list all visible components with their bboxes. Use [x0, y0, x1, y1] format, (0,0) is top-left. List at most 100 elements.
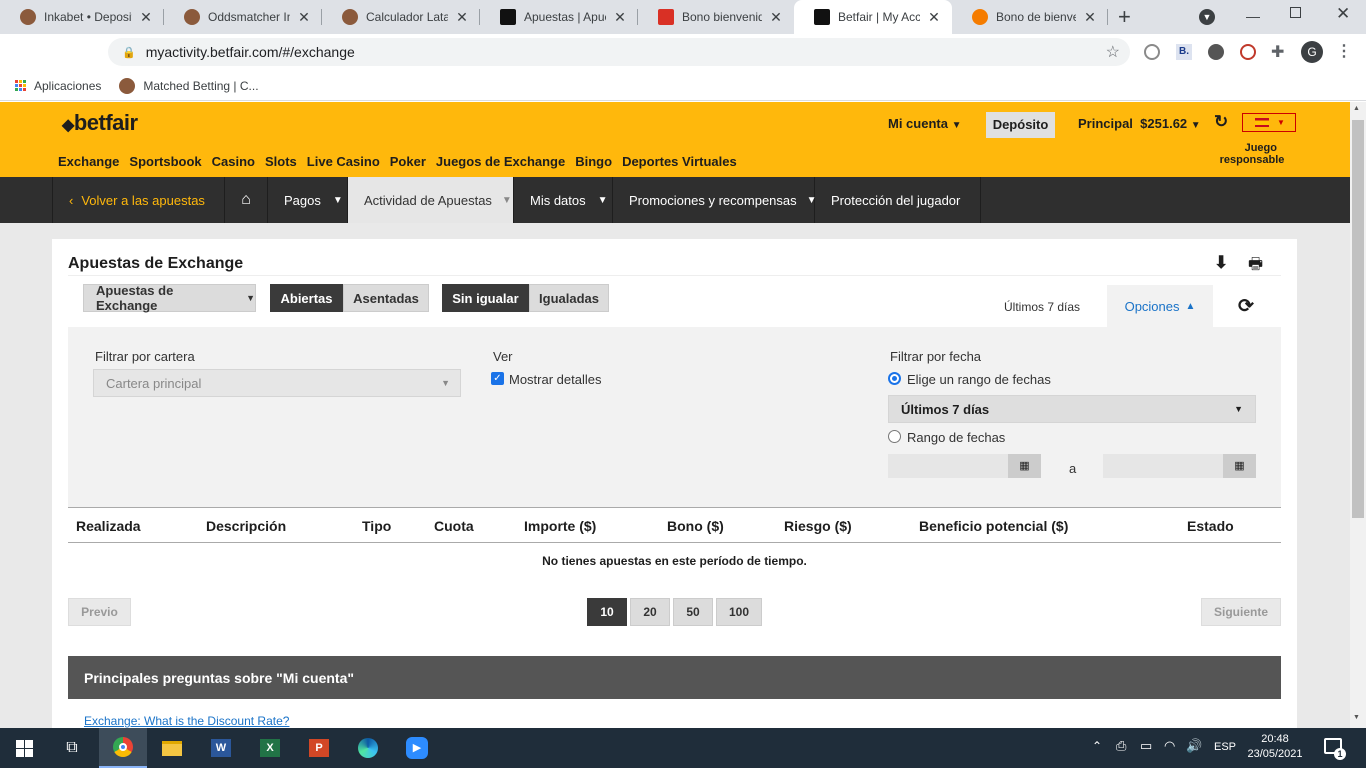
new-tab-icon[interactable]: + — [1118, 4, 1131, 30]
calendar-icon[interactable]: ▦ — [1008, 454, 1041, 478]
col-tipo[interactable]: Tipo — [362, 518, 391, 534]
language-selector[interactable]: ▼ — [1242, 113, 1296, 132]
close-tab-icon[interactable]: ✕ — [612, 9, 628, 26]
show-hidden-icons[interactable]: ⌃ — [1092, 739, 1102, 753]
task-view-icon[interactable]: ⧉ — [48, 728, 96, 768]
word-icon[interactable]: W — [197, 728, 245, 768]
close-tab-icon[interactable]: ✕ — [138, 9, 154, 26]
col-beneficio[interactable]: Beneficio potencial ($) — [919, 518, 1068, 534]
scrollbar-thumb[interactable] — [1352, 120, 1364, 518]
windows-start-icon[interactable] — [0, 728, 48, 768]
close-tab-icon[interactable]: ✕ — [768, 9, 784, 26]
close-tab-icon[interactable]: ✕ — [296, 9, 312, 26]
cartera-select[interactable]: Cartera principal ▼ — [93, 369, 461, 397]
balance-dropdown[interactable]: Principal $251.62 ▼ — [1078, 116, 1201, 131]
col-cuota[interactable]: Cuota — [434, 518, 474, 534]
abiertas-toggle[interactable]: Abiertas — [270, 284, 343, 312]
col-importe[interactable]: Importe ($) — [524, 518, 596, 534]
promociones-menu[interactable]: Promociones y recompensas ▼ — [613, 177, 817, 223]
browser-tab[interactable]: Bono bienvenida ✕ — [638, 0, 794, 34]
close-tab-icon[interactable]: ✕ — [1082, 9, 1098, 26]
restore-icon[interactable] — [1290, 7, 1301, 18]
proteccion-jugador-link[interactable]: Protección del jugador — [815, 177, 981, 223]
product-link-live-casino[interactable]: Live Casino — [307, 154, 380, 169]
scroll-up-icon[interactable]: ▲ — [1353, 105, 1360, 112]
siguiente-button[interactable]: Siguiente — [1201, 598, 1281, 626]
date-from-input[interactable] — [888, 454, 1008, 478]
bookmark-matched-betting[interactable]: Matched Betting | C... — [143, 79, 258, 93]
browser-tab[interactable]: Inkabet • Deposit ✕ — [0, 0, 164, 34]
browser-tab[interactable]: Apuestas | Apues ✕ — [480, 0, 638, 34]
product-link-poker[interactable]: Poker — [390, 154, 426, 169]
col-realizada[interactable]: Realizada — [76, 518, 141, 534]
sin-igualar-toggle[interactable]: Sin igualar — [442, 284, 529, 312]
browser-tab[interactable]: Calculador Latam ✕ — [322, 0, 480, 34]
page-size-20[interactable]: 20 — [630, 598, 670, 626]
igualadas-toggle[interactable]: Igualadas — [529, 284, 609, 312]
battery-icon[interactable]: ▭ — [1140, 738, 1152, 754]
language-indicator[interactable]: ESP — [1214, 741, 1236, 753]
page-size-50[interactable]: 50 — [673, 598, 713, 626]
previo-button[interactable]: Previo — [68, 598, 131, 626]
product-link-deportes-virtuales[interactable]: Deportes Virtuales — [622, 154, 737, 169]
close-tab-icon[interactable]: ✕ — [926, 9, 942, 26]
betfair-logo[interactable]: ◆betfair — [62, 110, 138, 136]
page-size-100[interactable]: 100 — [716, 598, 762, 626]
col-riesgo[interactable]: Riesgo ($) — [784, 518, 852, 534]
calendar-icon[interactable]: ▦ — [1223, 454, 1256, 478]
url-bar[interactable]: 🔒 myactivity.betfair.com/#/exchange ☆ — [108, 38, 1130, 66]
bet-type-dropdown[interactable]: Apuestas de Exchange ▼ — [83, 283, 256, 313]
volume-icon[interactable]: 🔊 — [1186, 738, 1202, 754]
product-link-sportsbook[interactable]: Sportsbook — [129, 154, 201, 169]
excel-icon[interactable]: X — [246, 728, 294, 768]
page-scrollbar[interactable]: ▲ ▼ — [1350, 102, 1366, 728]
zoom-icon[interactable]: ▶ — [393, 728, 441, 768]
product-link-casino[interactable]: Casino — [212, 154, 255, 169]
refresh-icon[interactable]: ⟳ — [1238, 295, 1254, 318]
close-tab-icon[interactable]: ✕ — [454, 9, 470, 26]
edge-icon[interactable] — [344, 728, 392, 768]
actividad-apuestas-menu[interactable]: Actividad de Apuestas ▼ — [348, 177, 514, 223]
product-link-slots[interactable]: Slots — [265, 154, 297, 169]
mostrar-detalles-checkbox[interactable]: ✓ — [491, 372, 504, 385]
download-icon[interactable]: ⬇ — [1214, 253, 1228, 273]
asentadas-toggle[interactable]: Asentadas — [343, 284, 429, 312]
chrome-taskbar-icon[interactable] — [99, 728, 147, 768]
wifi-icon[interactable]: ◠ — [1164, 738, 1175, 754]
meet-now-icon[interactable]: ⎙ — [1116, 738, 1126, 754]
bookmark-star-icon[interactable]: ☆ — [1106, 42, 1120, 62]
product-link-exchange[interactable]: Exchange — [58, 154, 119, 169]
deposito-button[interactable]: Depósito — [986, 112, 1055, 138]
browser-tab[interactable]: Oddsmatcher Ink ✕ — [164, 0, 322, 34]
rango-fechas-radio[interactable] — [888, 430, 901, 443]
product-link-bingo[interactable]: Bingo — [575, 154, 612, 169]
browser-tab[interactable]: Bono de bienven ✕ — [952, 0, 1108, 34]
scroll-down-icon[interactable]: ▼ — [1353, 714, 1360, 721]
close-window-icon[interactable]: ✕ — [1336, 4, 1350, 24]
tab-search-icon[interactable]: ▼ — [1199, 9, 1215, 25]
refresh-balance-icon[interactable]: ↻ — [1214, 112, 1228, 132]
juego-responsable-link[interactable]: Juego responsable — [1212, 142, 1292, 166]
minimize-icon[interactable]: — — [1246, 8, 1260, 24]
clock[interactable]: 20:48 23/05/2021 — [1244, 732, 1306, 762]
browser-tab-active[interactable]: Betfair | My Acco ✕ — [794, 0, 952, 34]
mis-datos-menu[interactable]: Mis datos ▼ — [514, 177, 613, 223]
date-range-select[interactable]: Últimos 7 días ▼ — [888, 395, 1256, 423]
opciones-toggle[interactable]: Opciones ▲ — [1107, 285, 1213, 327]
mi-cuenta-dropdown[interactable]: Mi cuenta ▼ — [888, 116, 962, 131]
page-size-10[interactable]: 10 — [587, 598, 627, 626]
col-descripcion[interactable]: Descripción — [206, 518, 286, 534]
extensions-puzzle-icon[interactable]: ✚ — [1271, 42, 1284, 62]
profile-avatar[interactable]: G — [1301, 41, 1323, 63]
menu-kebab-icon[interactable]: ⋮ — [1336, 41, 1352, 61]
bookmark-apps[interactable]: Aplicaciones — [34, 79, 101, 93]
file-explorer-icon[interactable] — [148, 728, 196, 768]
skype-extension-icon[interactable] — [1144, 44, 1160, 60]
elige-rango-radio[interactable] — [888, 372, 901, 385]
home-link[interactable]: ⌂ — [225, 177, 268, 223]
extension-icon[interactable] — [1208, 44, 1224, 60]
col-estado[interactable]: Estado — [1187, 518, 1234, 534]
powerpoint-icon[interactable]: P — [295, 728, 343, 768]
booking-extension-icon[interactable]: B. — [1176, 44, 1192, 60]
back-to-bets-link[interactable]: ‹ Volver a las apuestas — [52, 177, 225, 223]
